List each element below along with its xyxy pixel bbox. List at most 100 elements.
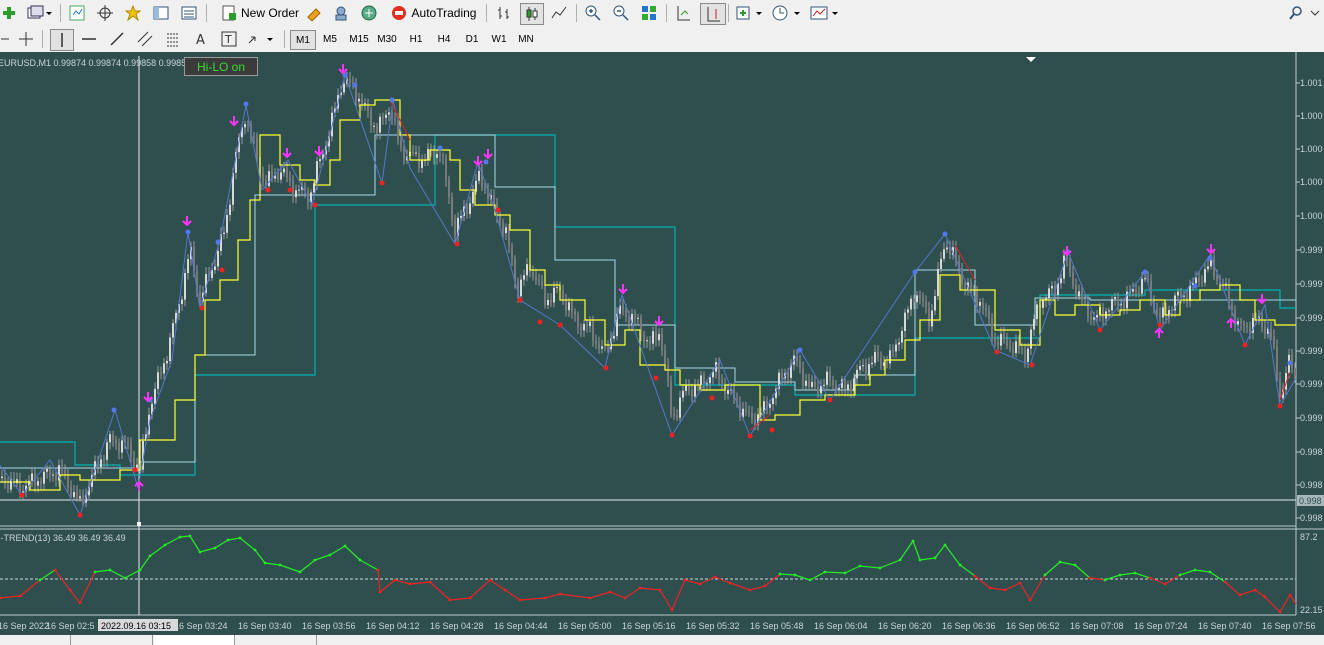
- low-dot: [747, 433, 753, 439]
- candle-body: [1276, 346, 1278, 379]
- chart-shift-icon[interactable]: [700, 3, 726, 25]
- chart-tab-4[interactable]: [236, 635, 317, 645]
- indicator-dot: [670, 608, 674, 612]
- auto-scroll-icon[interactable]: [672, 3, 694, 23]
- high-dot: [389, 97, 395, 103]
- text-tool-icon[interactable]: A: [190, 29, 212, 49]
- timeframe-m5[interactable]: M5: [318, 30, 342, 48]
- timeframe-h4[interactable]: H4: [432, 30, 456, 48]
- timeframe-w1[interactable]: W1: [488, 30, 510, 48]
- candle-body: [583, 324, 585, 331]
- candle-body: [1078, 291, 1080, 297]
- indicator-dot: [728, 581, 732, 585]
- bar-chart-icon[interactable]: [494, 3, 514, 23]
- candle-body: [613, 336, 615, 339]
- horizontal-line-icon[interactable]: [78, 29, 100, 49]
- candlestick-chart-icon[interactable]: [520, 3, 544, 25]
- search-icon[interactable]: [1286, 3, 1306, 23]
- indicator-dot: [683, 578, 687, 582]
- equidistant-channel-icon[interactable]: [134, 29, 156, 49]
- candle-body: [499, 216, 501, 223]
- zoom-out-icon[interactable]: [610, 3, 632, 23]
- candle-body: [82, 496, 84, 503]
- price-chart[interactable]: EURUSD,M1 0.99874 0.99874 0.99858 0.9985…: [0, 52, 1324, 645]
- market-watch-icon[interactable]: [66, 3, 88, 23]
- cursor-icon[interactable]: [0, 29, 12, 49]
- low-dot: [827, 397, 833, 403]
- timeframe-mn[interactable]: MN: [514, 30, 538, 48]
- candle-body: [745, 408, 747, 413]
- candle-body: [865, 365, 867, 376]
- autotrading-button[interactable]: AutoTrading: [386, 3, 480, 23]
- trendline-icon[interactable]: [106, 29, 128, 49]
- candle-body: [1270, 328, 1272, 337]
- indicator-dot: [911, 539, 915, 543]
- candle-body: [904, 312, 906, 331]
- new-chart-button[interactable]: [0, 3, 18, 23]
- crosshair-nav-icon[interactable]: [94, 3, 116, 23]
- candle-body: [976, 288, 978, 306]
- candle-body: [556, 287, 558, 289]
- chart-tab-1[interactable]: [0, 635, 71, 645]
- candle-body: [553, 287, 555, 303]
- time-label: 16 Sep 04:28: [430, 621, 484, 631]
- timeframe-m30[interactable]: M30: [374, 30, 400, 48]
- low-dot: [265, 187, 271, 193]
- time-label: 16 Sep 07:08: [1070, 621, 1124, 631]
- indicator-dot: [1043, 573, 1047, 577]
- candle-body: [541, 281, 543, 286]
- options-chevron-icon[interactable]: [1308, 3, 1322, 23]
- candle-body: [1042, 300, 1044, 308]
- chart-tab-active[interactable]: [154, 635, 235, 645]
- candle-body: [226, 214, 228, 233]
- crosshair-icon[interactable]: [16, 29, 36, 49]
- templates-button[interactable]: [808, 3, 842, 23]
- chart-tab-2[interactable]: [72, 635, 153, 645]
- profiles-button[interactable]: [24, 3, 54, 23]
- price-label: 0.999: [1300, 346, 1323, 356]
- zoom-in-icon[interactable]: [582, 3, 604, 23]
- timeframe-d1[interactable]: D1: [460, 30, 484, 48]
- candle-body: [949, 247, 951, 255]
- vertical-line-icon[interactable]: [50, 29, 74, 51]
- time-label: 16 Sep 07:40: [1198, 621, 1252, 631]
- candle-body: [604, 346, 606, 348]
- indicators-button[interactable]: [734, 3, 766, 23]
- candle-body: [1102, 307, 1104, 319]
- low-dot: [1097, 327, 1103, 333]
- high-dot: [111, 407, 117, 413]
- candle-body: [448, 179, 450, 198]
- terminal-icon[interactable]: [178, 3, 200, 23]
- indicator-dot: [78, 601, 82, 605]
- price-label: 1.000: [1300, 144, 1323, 154]
- candle-body: [502, 222, 504, 234]
- price-label: 0.999: [1300, 245, 1323, 255]
- new-order-button[interactable]: New Order: [214, 3, 306, 23]
- text-label-icon[interactable]: T: [218, 29, 240, 49]
- indicator-dot: [163, 543, 167, 547]
- favorites-icon[interactable]: [122, 3, 144, 23]
- candle-body: [1072, 272, 1074, 286]
- line-chart-icon[interactable]: [548, 3, 570, 23]
- hilo-toggle-button[interactable]: Hi-LO on: [184, 57, 258, 76]
- periods-button[interactable]: [770, 3, 804, 23]
- candle-body: [40, 481, 42, 484]
- candle-body: [718, 362, 720, 380]
- tile-windows-icon[interactable]: [638, 3, 660, 23]
- fibonacci-icon[interactable]: [162, 29, 184, 49]
- meta-editor-icon[interactable]: [304, 3, 324, 23]
- candle-body: [925, 301, 927, 308]
- arrows-button[interactable]: [246, 29, 276, 49]
- timeframe-m1[interactable]: M1: [290, 30, 316, 50]
- market-icon[interactable]: [358, 3, 380, 23]
- signals-icon[interactable]: [330, 3, 352, 23]
- candle-body: [43, 471, 45, 484]
- timeframe-h1[interactable]: H1: [404, 30, 428, 48]
- navigator-icon[interactable]: [150, 3, 172, 23]
- candle-body: [181, 299, 183, 304]
- low-dot: [379, 180, 385, 186]
- candle-body: [199, 291, 201, 302]
- candle-body: [127, 442, 129, 444]
- timeframe-m15[interactable]: M15: [345, 30, 373, 48]
- candle-body: [478, 170, 480, 181]
